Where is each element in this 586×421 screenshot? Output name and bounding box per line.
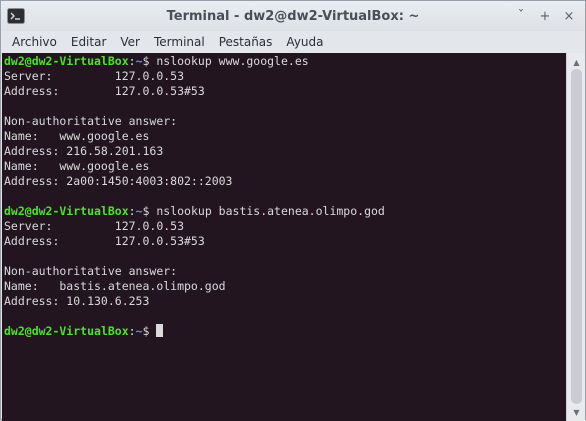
prompt-path: ~	[135, 324, 143, 338]
menu-terminal[interactable]: Terminal	[147, 31, 212, 53]
prompt-line: dw2@dw2-VirtualBox:~$ nslookup bastis.at…	[4, 204, 385, 219]
terminal-window: Terminal - dw2@dw2-VirtualBox: ~ ˇ + × A…	[0, 0, 586, 421]
title-bar[interactable]: Terminal - dw2@dw2-VirtualBox: ~ ˇ + ×	[1, 1, 585, 31]
prompt-user: dw2@dw2-VirtualBox	[4, 204, 129, 218]
output-line: Non-authoritative answer:	[4, 264, 178, 278]
terminal-output: dw2@dw2-VirtualBox:~$ nslookup www.googl…	[4, 54, 385, 339]
output-line: Server: 127.0.0.53	[4, 219, 185, 233]
menu-ayuda[interactable]: Ayuda	[279, 31, 330, 53]
minimize-button[interactable]: ˇ	[511, 6, 531, 26]
scroll-up-icon[interactable]: ▲	[567, 55, 586, 69]
prompt-separator: :	[128, 204, 136, 218]
command-text: nslookup www.google.es	[149, 54, 309, 68]
output-line: Non-authoritative answer:	[4, 114, 178, 128]
command-text: nslookup bastis.atenea.olimpo.god	[149, 204, 385, 218]
menu-archivo[interactable]: Archivo	[5, 31, 64, 53]
output-line: Address: 127.0.0.53#53	[4, 84, 205, 98]
prompt-path: ~	[135, 54, 143, 68]
output-line: Name: www.google.es	[4, 129, 150, 143]
window-controls: ˇ + ×	[511, 6, 579, 26]
terminal-app-icon	[7, 8, 25, 24]
prompt-user: dw2@dw2-VirtualBox	[4, 54, 129, 68]
menu-pestanas[interactable]: Pestañas	[212, 31, 280, 53]
menu-ver[interactable]: Ver	[113, 31, 147, 53]
output-line: Address: 10.130.6.253	[4, 294, 150, 308]
scroll-down-icon[interactable]: ▼	[567, 405, 586, 419]
close-button[interactable]: ×	[559, 6, 579, 26]
text-cursor	[156, 324, 164, 337]
prompt-user: dw2@dw2-VirtualBox	[4, 324, 129, 338]
prompt-line: dw2@dw2-VirtualBox:~$	[4, 324, 385, 339]
output-line: Address: 2a00:1450:4003:802::2003	[4, 174, 233, 188]
output-line: Server: 127.0.0.53	[4, 69, 185, 83]
prompt-separator: :	[128, 54, 136, 68]
window-title: Terminal - dw2@dw2-VirtualBox: ~	[166, 8, 420, 24]
menu-bar: Archivo Editar Ver Terminal Pestañas Ayu…	[1, 31, 585, 53]
menu-editar[interactable]: Editar	[64, 31, 114, 53]
prompt-path: ~	[135, 204, 143, 218]
scroll-thumb[interactable]	[571, 69, 582, 404]
output-line: Address: 127.0.0.53#53	[4, 234, 205, 248]
prompt-line: dw2@dw2-VirtualBox:~$ nslookup www.googl…	[4, 54, 385, 69]
prompt-trailing	[149, 324, 156, 338]
terminal-area[interactable]: dw2@dw2-VirtualBox:~$ nslookup www.googl…	[2, 53, 567, 421]
vertical-scrollbar[interactable]: ▲ ▼	[566, 53, 585, 421]
maximize-button[interactable]: +	[535, 6, 555, 26]
output-line: Address: 216.58.201.163	[4, 144, 164, 158]
output-line: Name: www.google.es	[4, 159, 150, 173]
prompt-separator: :	[128, 324, 136, 338]
output-line: Name: bastis.atenea.olimpo.god	[4, 279, 226, 293]
